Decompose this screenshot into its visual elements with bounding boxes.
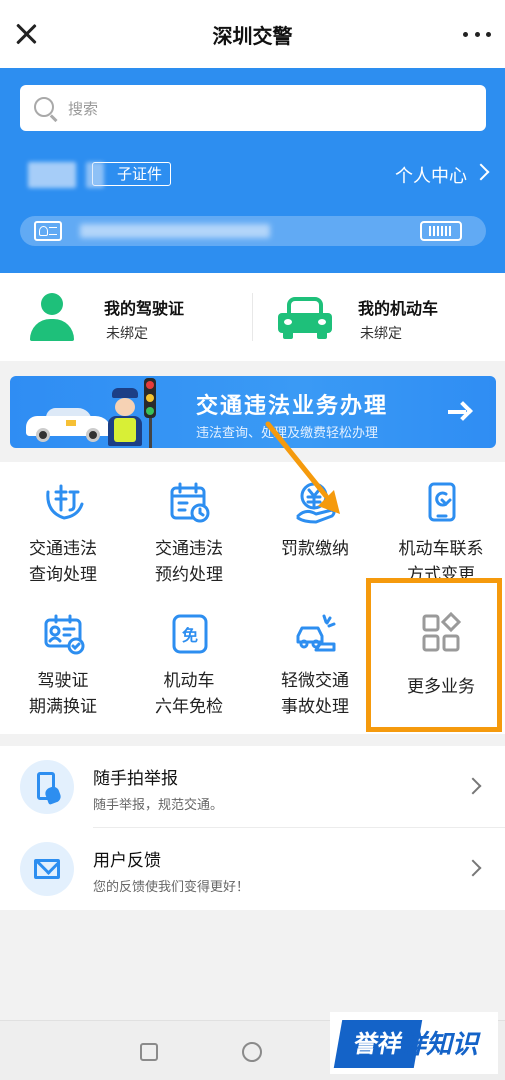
violation-banner[interactable]: 交通违法业务办理 违法查询、处理及缴费轻松办理 — [10, 376, 496, 448]
banner-subtitle: 违法查询、处理及缴费轻松办理 — [196, 426, 379, 441]
violation-icon — [42, 480, 86, 524]
more-options-icon[interactable] — [463, 24, 491, 44]
license-renew-icon — [42, 612, 86, 656]
highlight-box — [366, 578, 502, 732]
mail-icon — [34, 859, 60, 879]
service-violation-query[interactable]: 交通违法 查询处理 — [0, 462, 126, 598]
traffic-light-icon — [144, 378, 156, 418]
home-icon[interactable] — [242, 1042, 262, 1062]
feature-list: 随手拍举报 随手举报，规范交通。 用户反馈 您的反馈使我们变得更好！ — [0, 746, 505, 910]
svg-text:免: 免 — [182, 626, 198, 645]
calendar-icon — [168, 480, 212, 524]
list-item-report[interactable]: 随手拍举报 随手举报，规范交通。 — [0, 746, 505, 826]
list-item-subtitle: 您的反馈使我们变得更好！ — [93, 880, 250, 895]
service-violation-appointment[interactable]: 交通违法 预约处理 — [126, 462, 252, 598]
redacted-name — [28, 162, 76, 188]
arrow-right-icon — [448, 402, 470, 422]
exempt-icon: 免 — [168, 612, 212, 656]
driver-license-status: 未绑定 — [106, 326, 148, 342]
watermark-logo: 誉祥 祥知识 — [330, 1012, 498, 1074]
page-title: 深圳交警 — [212, 24, 293, 48]
police-illustration-icon — [106, 388, 146, 448]
vehicle-status: 未绑定 — [360, 326, 402, 342]
vehicle-title: 我的机动车 — [358, 299, 439, 318]
service-label: 交通违法 — [155, 539, 223, 559]
driver-license-title: 我的驾驶证 — [104, 299, 185, 318]
phone-report-icon — [37, 772, 55, 800]
title-bar: 深圳交警 — [0, 0, 505, 68]
service-label: 轻微交通 — [281, 671, 349, 691]
account-header: 搜索 子证件 个人中心 — [0, 68, 505, 273]
banner-title: 交通违法业务办理 — [196, 394, 389, 419]
service-label: 罚款缴纳 — [281, 539, 349, 559]
phone-change-icon — [420, 480, 464, 524]
list-item-subtitle: 随手举报，规范交通。 — [93, 798, 224, 813]
service-minor-accident[interactable]: 轻微交通 事故处理 — [252, 594, 378, 730]
service-label: 预约处理 — [155, 565, 223, 585]
service-label: 驾驶证 — [37, 671, 89, 691]
personal-center-link[interactable]: 个人中心 — [395, 162, 467, 188]
service-label: 查询处理 — [29, 565, 97, 585]
id-card-bar[interactable] — [20, 216, 486, 246]
id-card-icon — [34, 221, 62, 241]
license-row: 我的驾驶证 未绑定 我的机动车 未绑定 — [0, 273, 505, 361]
search-input[interactable]: 搜索 — [20, 85, 486, 131]
service-six-year-exemption[interactable]: 免 机动车 六年免检 — [126, 594, 252, 730]
recent-apps-icon[interactable] — [140, 1043, 158, 1061]
service-license-renewal[interactable]: 驾驶证 期满换证 — [0, 594, 126, 730]
fine-payment-icon — [294, 480, 338, 524]
list-item-title: 用户反馈 — [93, 851, 161, 871]
service-label: 交通违法 — [29, 539, 97, 559]
traffic-light-pole — [149, 418, 152, 448]
service-label: 期满换证 — [29, 697, 97, 717]
service-fine-payment[interactable]: 罚款缴纳 — [252, 462, 378, 598]
service-label: 事故处理 — [281, 697, 349, 717]
list-item-title: 随手拍举报 — [93, 769, 178, 789]
redacted-id-number — [80, 224, 270, 238]
chevron-right-icon — [464, 859, 482, 877]
chevron-right-icon — [464, 777, 482, 795]
car-illustration-icon — [26, 406, 112, 442]
service-label: 六年免检 — [155, 697, 223, 717]
feedback-icon-bg — [20, 842, 74, 896]
watermark-text: 祥知识 — [400, 1030, 479, 1060]
search-icon — [34, 97, 54, 117]
car-icon — [278, 297, 332, 339]
divider — [252, 293, 253, 341]
report-icon-bg — [20, 760, 74, 814]
service-label: 机动车联系 — [398, 539, 484, 559]
list-item-feedback[interactable]: 用户反馈 您的反馈使我们变得更好！ — [0, 828, 505, 908]
chevron-right-icon — [472, 163, 490, 181]
search-placeholder: 搜索 — [68, 100, 99, 118]
barcode-icon[interactable] — [420, 221, 462, 241]
redacted-cert-prefix — [86, 162, 104, 188]
service-label: 机动车 — [163, 671, 215, 691]
accident-icon — [294, 612, 338, 656]
person-icon — [28, 293, 76, 341]
